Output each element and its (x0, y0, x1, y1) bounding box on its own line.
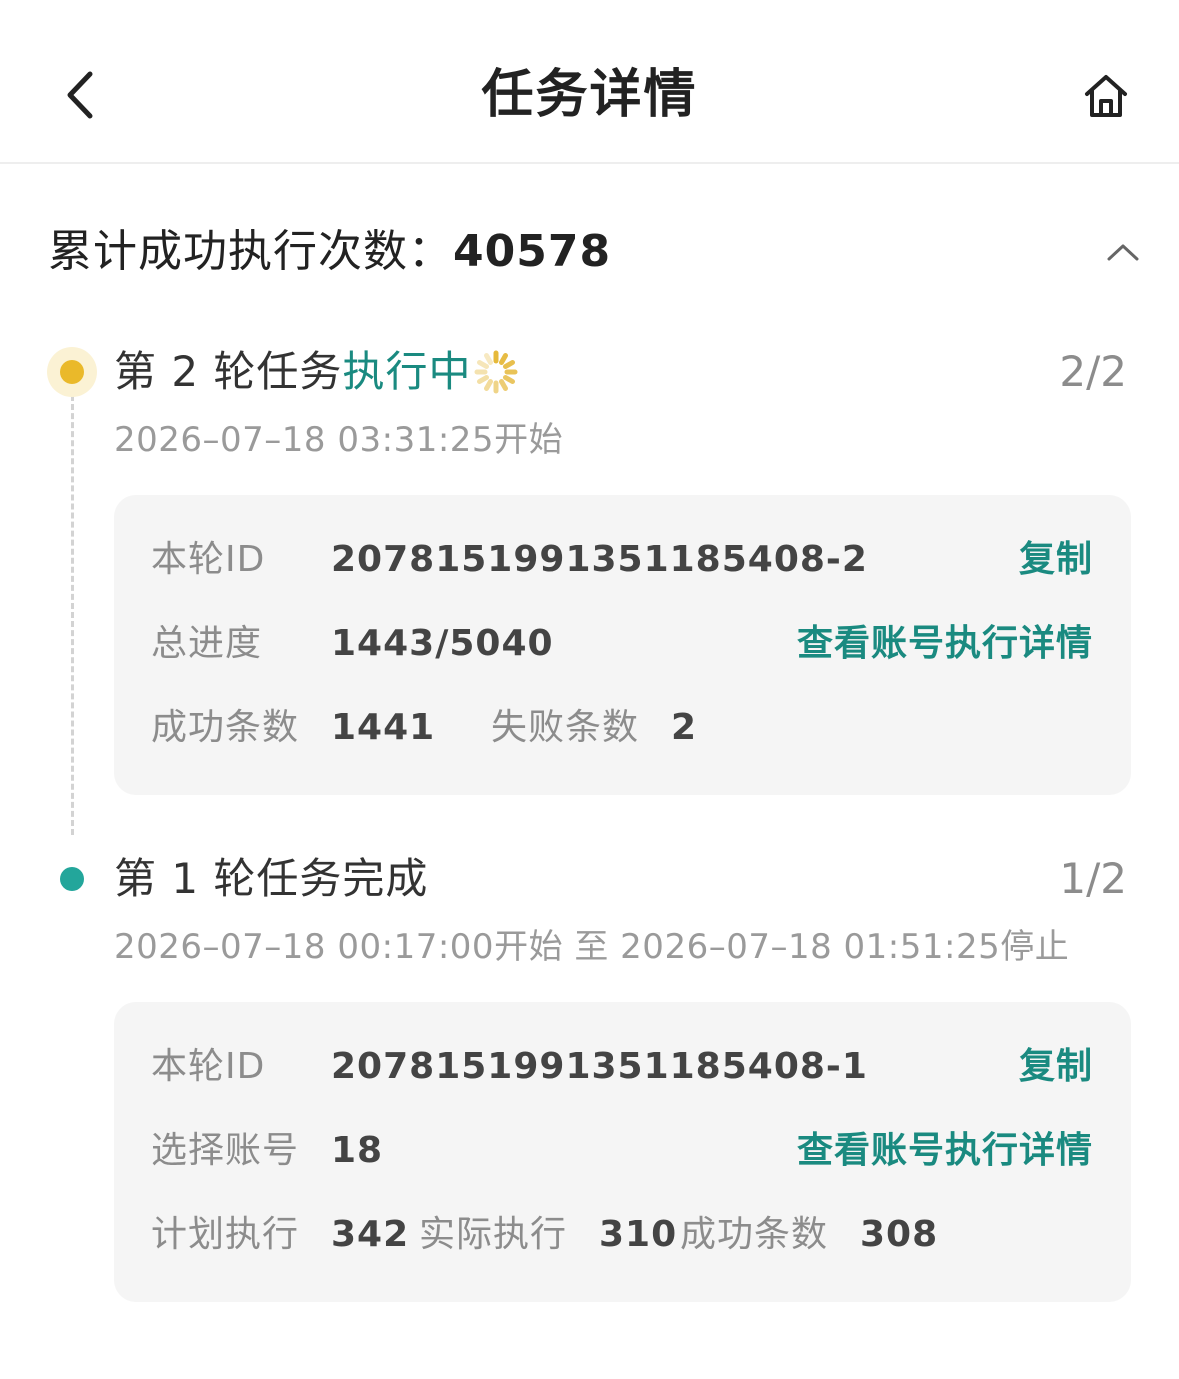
progress-label: 总进度 (151, 623, 263, 664)
round-1-time: 2026–07–18 00:17:00开始 至 2026–07–18 01:51… (114, 927, 1070, 967)
round-2-title: 第 2 轮任务执行中 (114, 344, 519, 400)
home-button[interactable] (1078, 70, 1134, 122)
summary-label: 累计成功执行次数： (48, 226, 453, 277)
actual-label: 实际执行 (419, 1214, 568, 1255)
success-count-label: 成功条数 (680, 1214, 829, 1255)
chevron-up-icon (1107, 244, 1139, 261)
done-status-dot (60, 867, 84, 891)
actual-value: 310 (599, 1214, 678, 1255)
copy-button[interactable]: 复制 (1019, 1042, 1093, 1092)
round-id-value: 2078151991351185408-2 (331, 539, 868, 580)
result-row: 成功条数 1441 失败条数 2 (151, 703, 1093, 753)
loading-spinner-icon (474, 350, 518, 393)
total-success-summary: 累计成功执行次数：40578 (48, 222, 611, 282)
planned-label: 计划执行 (151, 1214, 300, 1255)
fail-count-value: 2 (671, 707, 698, 748)
round-2-detail-card: 本轮ID 2078151991351185408-2 复制 总进度 1443/5… (114, 495, 1131, 795)
progress-row: 总进度 1443/5040 查看账号执行详情 (151, 619, 1093, 669)
success-count-label: 成功条数 (151, 707, 300, 748)
round-2-time: 2026–07–18 03:31:25开始 (114, 420, 564, 460)
copy-button[interactable]: 复制 (1019, 535, 1093, 585)
round-id-row: 本轮ID 2078151991351185408-1 复制 (151, 1042, 1093, 1092)
summary-value: 40578 (453, 226, 612, 277)
success-count-value: 308 (860, 1214, 939, 1255)
view-account-details-link[interactable]: 查看账号执行详情 (797, 619, 1093, 669)
round-1-title: 第 1 轮任务完成 (114, 854, 429, 903)
view-account-details-link[interactable]: 查看账号执行详情 (797, 1126, 1093, 1176)
round-id-label: 本轮ID (151, 1046, 266, 1087)
round-2-count: 2/2 (1059, 347, 1127, 396)
round-id-value: 2078151991351185408-1 (331, 1046, 868, 1087)
accounts-row: 选择账号 18 查看账号执行详情 (151, 1126, 1093, 1176)
progress-value: 1443/5040 (331, 623, 554, 664)
planned-value: 342 (331, 1214, 410, 1255)
fail-count-label: 失败条数 (491, 707, 640, 748)
round-id-label: 本轮ID (151, 539, 266, 580)
task-detail-page: 任务详情 累计成功执行次数：40578 第 2 轮任务执行中 2/2 2026–… (0, 0, 1179, 1379)
round-2-title-prefix: 第 2 轮任务 (114, 347, 343, 396)
home-icon (1085, 75, 1127, 117)
success-count-value: 1441 (331, 707, 436, 748)
execution-stats-row: 计划执行 342 实际执行 310 成功条数 308 (151, 1210, 1093, 1260)
timeline-connector (71, 395, 74, 835)
round-1-detail-card: 本轮ID 2078151991351185408-1 复制 选择账号 18 查看… (114, 1002, 1131, 1302)
round-1-count: 1/2 (1059, 854, 1127, 903)
collapse-toggle-button[interactable] (1100, 232, 1146, 272)
header-bar: 任务详情 (0, 0, 1179, 164)
round-2-status: 执行中 (342, 347, 472, 396)
page-title: 任务详情 (481, 65, 698, 125)
round-id-row: 本轮ID 2078151991351185408-2 复制 (151, 535, 1093, 585)
running-status-dot (60, 360, 84, 384)
selected-accounts-label: 选择账号 (151, 1130, 300, 1171)
selected-accounts-value: 18 (331, 1130, 384, 1171)
